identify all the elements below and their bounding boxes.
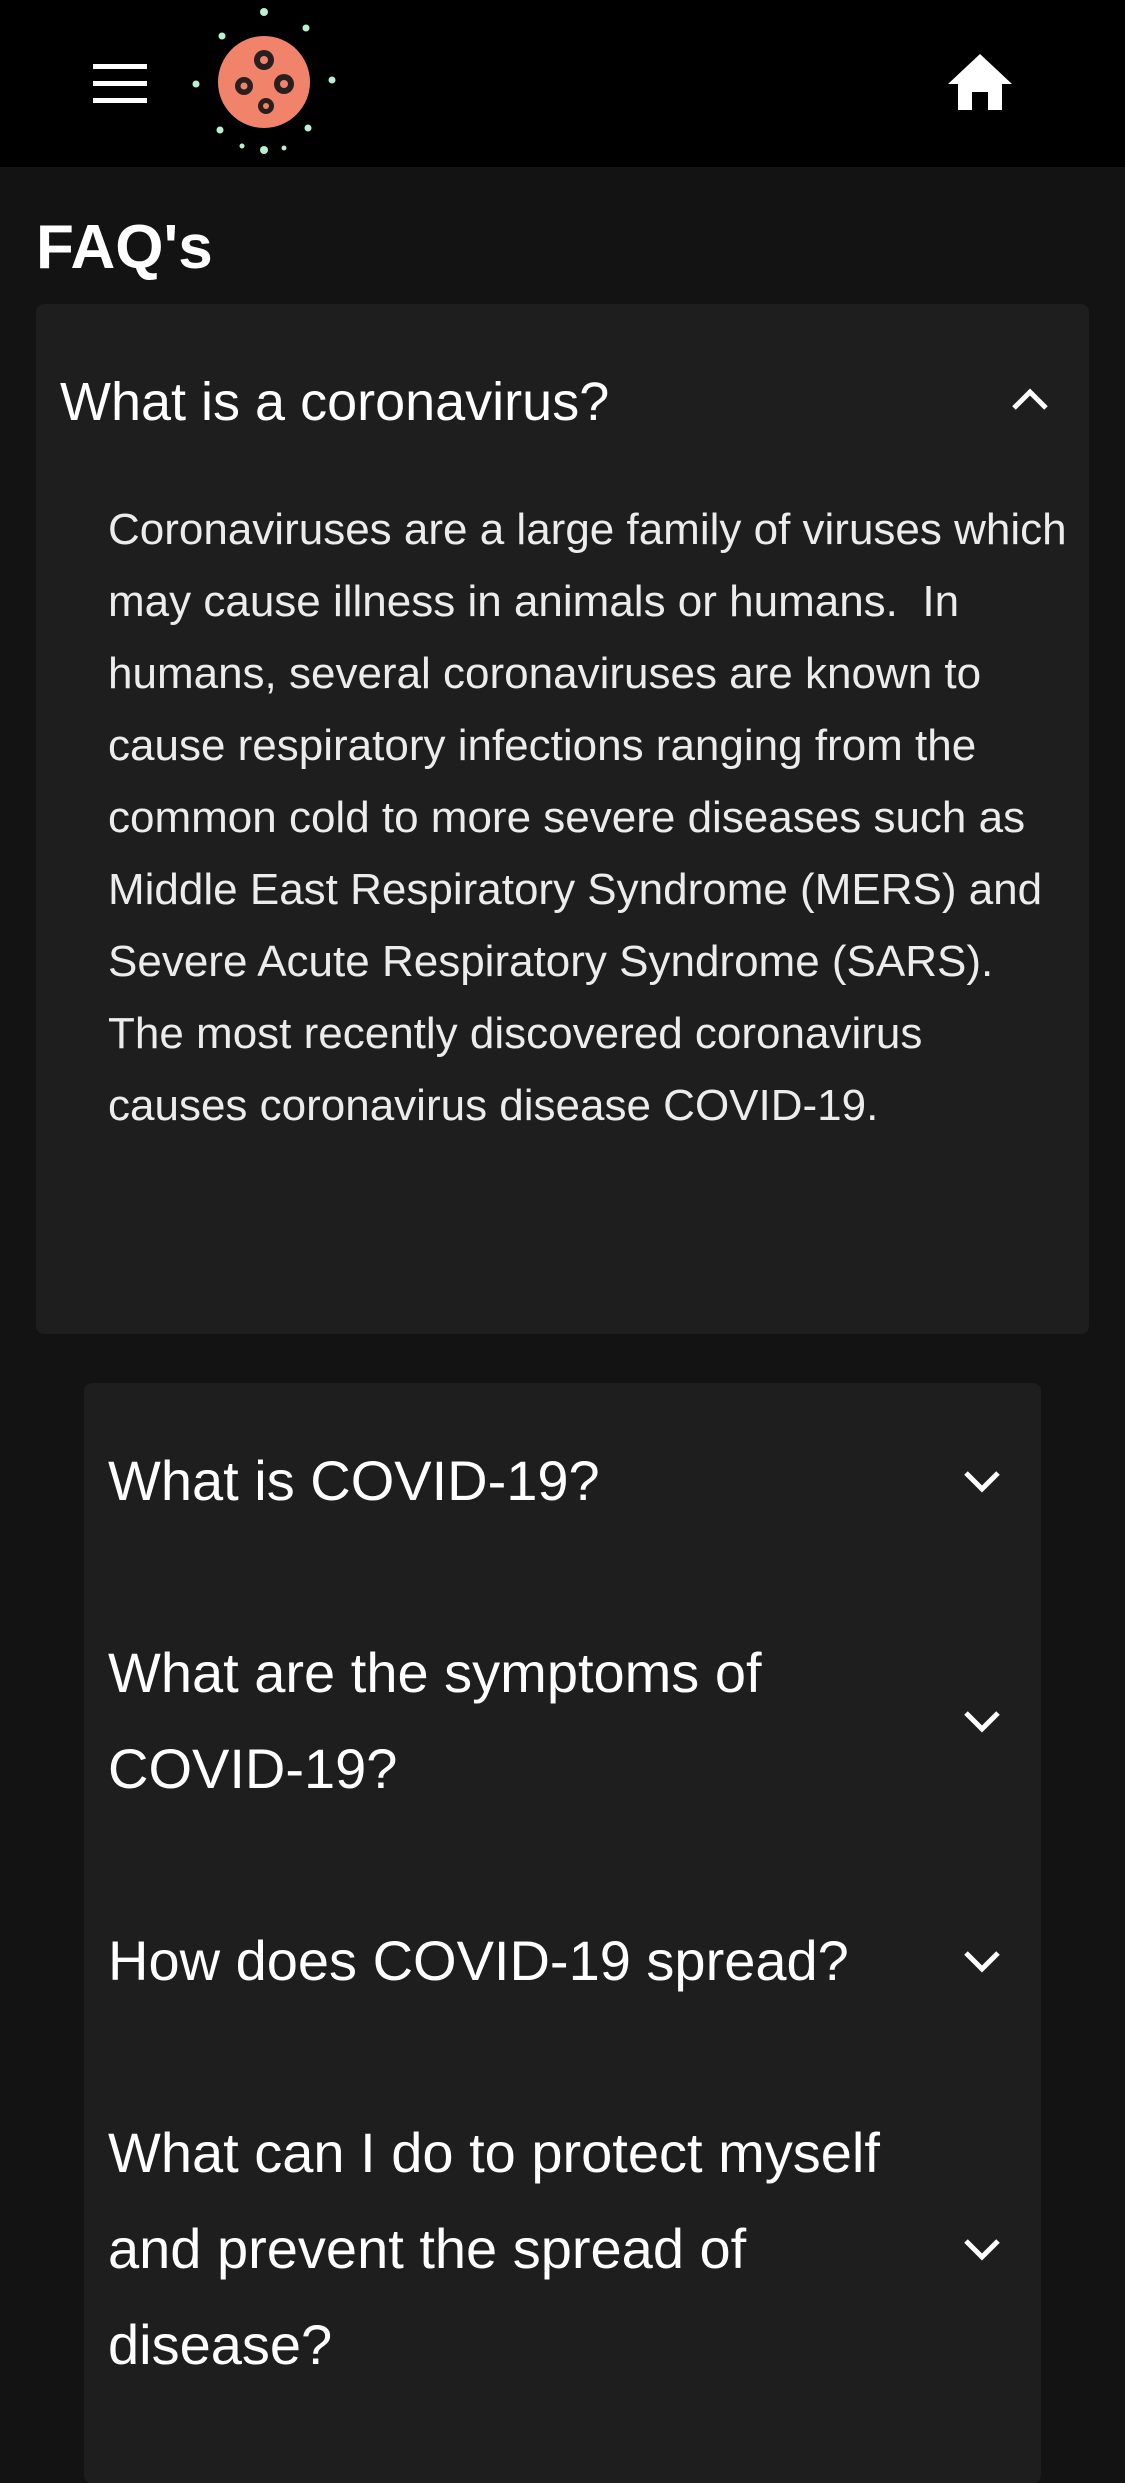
chevron-down-icon[interactable] bbox=[960, 1459, 1004, 1503]
hamburger-menu-icon[interactable] bbox=[80, 44, 160, 124]
faq-answer: Coronaviruses are a large family of viru… bbox=[108, 505, 1079, 1130]
chevron-down-icon[interactable] bbox=[960, 1939, 1004, 1983]
page-title: FAQ's bbox=[36, 213, 213, 282]
faq-item-expanded[interactable]: What is a coronavirus? Coronaviruses are… bbox=[36, 304, 1089, 1334]
faq-item[interactable]: How does COVID-19 spread? bbox=[108, 1913, 1028, 2053]
chevron-up-icon[interactable] bbox=[1008, 378, 1052, 422]
faq-item[interactable]: What is COVID-19? bbox=[108, 1433, 1028, 1573]
faq-question[interactable]: What are the symptoms of COVID-19? bbox=[108, 1625, 888, 1817]
faq-question[interactable]: How does COVID-19 spread? bbox=[108, 1913, 948, 2009]
faq-list: What is COVID-19? What are the symptoms … bbox=[84, 1383, 1041, 2483]
faq-item[interactable]: What can I do to protect myself and prev… bbox=[108, 2105, 1028, 2405]
faq-question[interactable]: What can I do to protect myself and prev… bbox=[108, 2105, 948, 2393]
top-app-bar bbox=[0, 0, 1125, 167]
chevron-down-icon[interactable] bbox=[960, 2227, 1004, 2271]
faq-question[interactable]: What is a coronavirus? bbox=[60, 356, 980, 448]
faq-question[interactable]: What is COVID-19? bbox=[108, 1433, 948, 1529]
chevron-down-icon[interactable] bbox=[960, 1699, 1004, 1743]
faq-item[interactable]: What are the symptoms of COVID-19? bbox=[108, 1625, 1028, 1825]
virus-logo-icon bbox=[192, 8, 336, 154]
home-icon[interactable] bbox=[940, 44, 1020, 124]
